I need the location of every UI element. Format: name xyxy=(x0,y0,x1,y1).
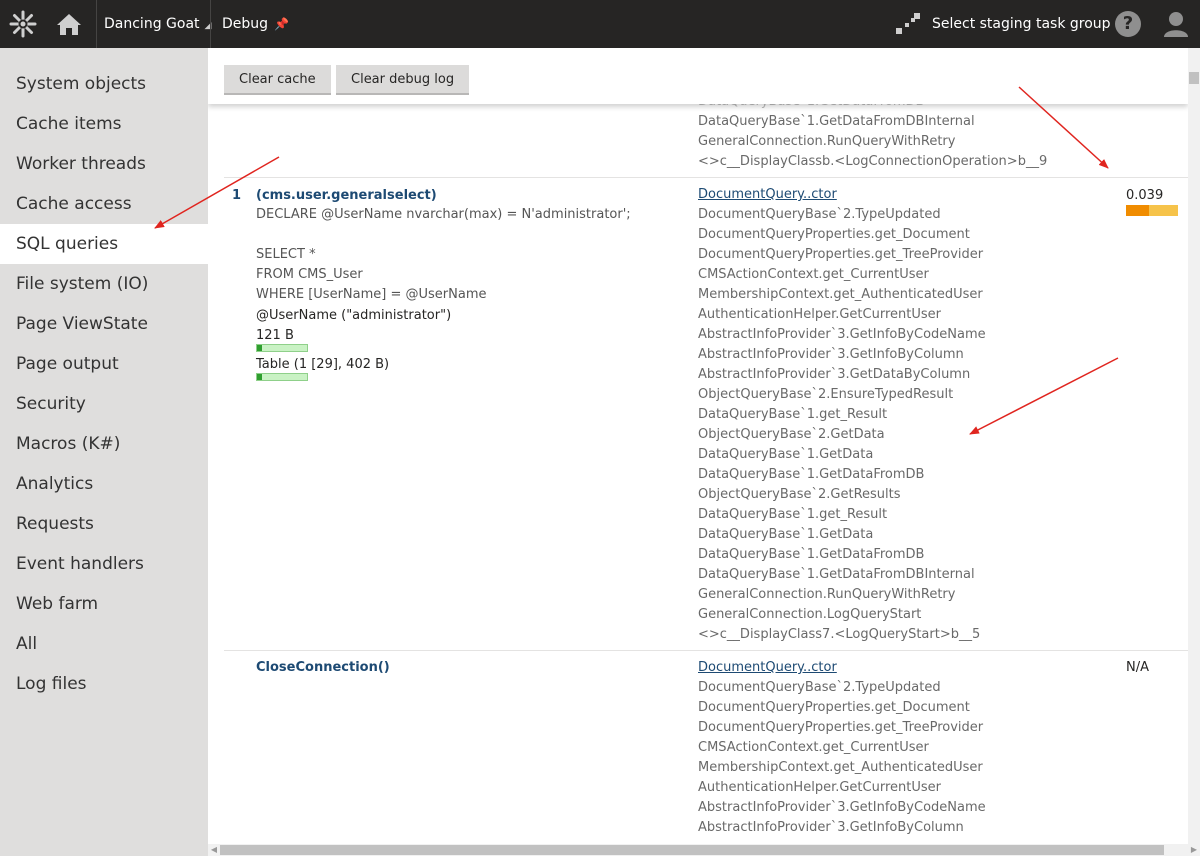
stack-trace-line: DocumentQueryBase`2.TypeUpdated xyxy=(698,207,941,222)
stack-trace-line: DataQueryBase`1.get_Result xyxy=(698,407,888,422)
stack-trace-line: AbstractInfoProvider`3.GetDataByColumn xyxy=(698,367,971,382)
stack-trace-line: DataQueryBase`1.GetDataFromDB xyxy=(698,467,925,482)
sidebar: System objects Cache items Worker thread… xyxy=(0,48,208,856)
stack-trace-line: GeneralConnection.RunQueryWithRetry xyxy=(698,134,956,149)
sidebar-item-worker-threads[interactable]: Worker threads xyxy=(0,144,208,184)
sidebar-item-file-system[interactable]: File system (IO) xyxy=(0,264,208,304)
sidebar-item-page-viewstate[interactable]: Page ViewState xyxy=(0,304,208,344)
scrollbar-thumb[interactable] xyxy=(220,845,1164,855)
sidebar-item-security[interactable]: Security xyxy=(0,384,208,424)
size-bar-fill xyxy=(257,345,262,351)
app-name: Debug xyxy=(222,16,269,32)
main-content: Clear cache Clear debug log DataQueryBas… xyxy=(208,48,1188,844)
user-avatar-icon[interactable] xyxy=(1162,10,1190,38)
query-index: 1 xyxy=(232,188,242,203)
sidebar-item-sql-queries[interactable]: SQL queries xyxy=(0,224,208,264)
stack-trace-line: DataQueryBase`1.GetDataFromDBInternal xyxy=(698,567,975,582)
query-result-bar xyxy=(256,373,308,381)
query-name-link[interactable]: (cms.user.generalselect) xyxy=(256,188,437,203)
home-icon[interactable] xyxy=(46,0,92,48)
staging-task-group-selector[interactable]: Select staging task group xyxy=(932,0,1111,48)
stack-trace-line: <>c__DisplayClassb.<LogConnectionOperati… xyxy=(698,154,1048,169)
vertical-scrollbar[interactable] xyxy=(1188,48,1200,844)
stack-trace-line: AbstractInfoProvider`3.GetInfoByCodeName xyxy=(698,800,986,815)
scroll-left-icon[interactable]: ◀ xyxy=(208,844,220,856)
result-bar-fill xyxy=(257,374,262,380)
sidebar-item-cache-items[interactable]: Cache items xyxy=(0,104,208,144)
query-size: 121 B xyxy=(256,328,294,343)
divider xyxy=(96,0,97,48)
help-icon[interactable]: ? xyxy=(1115,11,1141,37)
query-sql-text: DECLARE @UserName nvarchar(max) = N'admi… xyxy=(256,207,631,302)
query-duration: N/A xyxy=(1126,660,1149,675)
row-divider xyxy=(224,650,1188,651)
stack-trace-line: DocumentQueryProperties.get_Document xyxy=(698,700,970,715)
row-divider xyxy=(224,177,1188,178)
stack-trace-line: AbstractInfoProvider`3.GetInfoByColumn xyxy=(698,347,964,362)
stack-trace-line: DocumentQueryProperties.get_TreeProvider xyxy=(698,247,984,262)
stack-trace-line: CMSActionContext.get_CurrentUser xyxy=(698,267,929,282)
stack-trace-line: AuthenticationHelper.GetCurrentUser xyxy=(698,780,941,795)
stack-trace-line: GeneralConnection.LogQueryStart xyxy=(698,607,922,622)
stack-trace-line: GeneralConnection.RunQueryWithRetry xyxy=(698,587,956,602)
horizontal-scrollbar[interactable]: ◀ ▶ xyxy=(208,844,1200,856)
site-selector[interactable]: Dancing Goat ◢ xyxy=(104,0,211,48)
clear-cache-button[interactable]: Clear cache xyxy=(224,65,331,95)
stack-trace-link[interactable]: DocumentQuery..ctor xyxy=(698,185,837,205)
stack-trace-line: ObjectQueryBase`2.EnsureTypedResult xyxy=(698,387,954,402)
stack-trace-line: DataQueryBase`1.GetData xyxy=(698,527,874,542)
application-title: Debug 📌 xyxy=(222,0,289,48)
stack-trace-line: DataQueryBase`1.get_Result xyxy=(698,507,888,522)
stack-trace-line: DocumentQueryProperties.get_TreeProvider xyxy=(698,720,984,735)
stack-trace-line: AuthenticationHelper.GetCurrentUser xyxy=(698,307,941,322)
stack-trace-line: DocumentQueryBase`2.TypeUpdated xyxy=(698,680,941,695)
stack-trace-line: ObjectQueryBase`2.GetResults xyxy=(698,487,901,502)
query-name-link[interactable]: CloseConnection() xyxy=(256,660,390,675)
sidebar-item-system-objects[interactable]: System objects xyxy=(0,64,208,104)
query-duration: 0.039 xyxy=(1126,188,1164,203)
stack-trace-line: MembershipContext.get_AuthenticatedUser xyxy=(698,287,983,302)
stack-trace-line: AbstractInfoProvider`3.GetInfoByCodeName xyxy=(698,327,986,342)
staging-icon[interactable] xyxy=(894,12,922,36)
top-bar: Dancing Goat ◢ Debug 📌 Select staging task… xyxy=(0,0,1200,48)
sidebar-item-page-output[interactable]: Page output xyxy=(0,344,208,384)
kentico-logo-icon[interactable] xyxy=(0,0,46,48)
query-parameter: @UserName ("administrator") xyxy=(256,308,452,323)
sidebar-item-log-files[interactable]: Log files xyxy=(0,664,208,704)
sidebar-item-requests[interactable]: Requests xyxy=(0,504,208,544)
stack-trace-line: ObjectQueryBase`2.GetData xyxy=(698,427,885,442)
stack-trace-line: AbstractInfoProvider`3.GetInfoByColumn xyxy=(698,820,964,835)
toolbar: Clear cache Clear debug log xyxy=(208,48,1188,104)
sidebar-item-macros[interactable]: Macros (K#) xyxy=(0,424,208,464)
stack-trace-line: CMSActionContext.get_CurrentUser xyxy=(698,740,929,755)
stack-trace-link[interactable]: DocumentQuery..ctor xyxy=(698,658,837,678)
stack-trace-line: DataQueryBase`1.GetDataFromDBInternal xyxy=(698,114,975,129)
pin-icon[interactable]: 📌 xyxy=(274,17,289,31)
clear-debug-log-button[interactable]: Clear debug log xyxy=(336,65,470,95)
stack-trace-line: MembershipContext.get_AuthenticatedUser xyxy=(698,760,983,775)
stack-trace-line: DocumentQueryProperties.get_Document xyxy=(698,227,970,242)
stack-trace-line: <>c__DisplayClass7.<LogQueryStart>b__5 xyxy=(698,627,981,642)
divider xyxy=(210,0,211,48)
sidebar-item-event-handlers[interactable]: Event handlers xyxy=(0,544,208,584)
sidebar-item-analytics[interactable]: Analytics xyxy=(0,464,208,504)
scroll-right-icon[interactable]: ▶ xyxy=(1188,844,1200,856)
sidebar-item-web-farm[interactable]: Web farm xyxy=(0,584,208,624)
sidebar-item-all[interactable]: All xyxy=(0,624,208,664)
duration-bar-fill xyxy=(1126,205,1150,216)
site-name: Dancing Goat xyxy=(104,16,200,32)
stack-trace-line: DataQueryBase`1.GetDataFromDB xyxy=(698,547,925,562)
query-result-info: Table (1 [29], 402 B) xyxy=(256,357,390,372)
query-duration-bar xyxy=(1126,205,1178,216)
query-size-bar xyxy=(256,344,308,352)
sidebar-item-cache-access[interactable]: Cache access xyxy=(0,184,208,224)
stack-trace-line: DataQueryBase`1.GetData xyxy=(698,447,874,462)
scrollbar-thumb[interactable] xyxy=(1189,72,1199,84)
